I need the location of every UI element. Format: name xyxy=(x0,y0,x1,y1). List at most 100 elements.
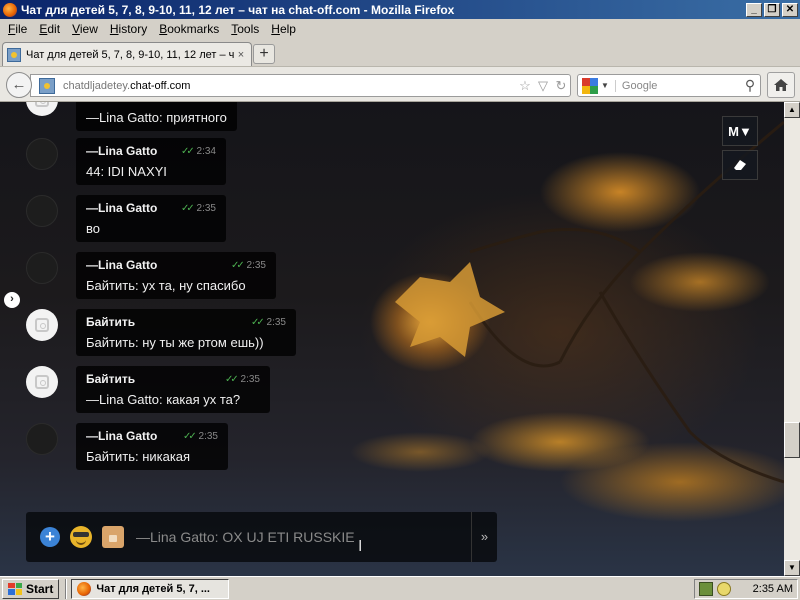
google-icon[interactable] xyxy=(582,77,598,94)
avatar[interactable] xyxy=(26,252,58,284)
tab-chat[interactable]: Чат для детей 5, 7, 8, 9-10, 11, 12 лет … xyxy=(2,42,252,66)
new-tab-button[interactable]: + xyxy=(253,44,275,64)
site-identity-icon[interactable] xyxy=(39,77,55,94)
menu-bookmarks[interactable]: Bookmarks xyxy=(153,22,225,36)
sender-name[interactable]: —Lina Gatto xyxy=(86,429,157,443)
start-button[interactable]: Start xyxy=(2,578,60,599)
sender-name[interactable]: —Lina Gatto xyxy=(86,258,157,272)
read-check-icon: ✓✓ xyxy=(230,259,245,271)
private-message-icon[interactable] xyxy=(102,526,124,548)
camera-icon xyxy=(35,102,49,107)
reload-icon[interactable]: ↻ xyxy=(552,78,570,94)
avatar[interactable] xyxy=(26,423,58,455)
network-icon[interactable] xyxy=(699,581,713,596)
search-input[interactable]: Google xyxy=(614,79,740,92)
tab-label: Чат для детей 5, 7, 8, 9-10, 11, 12 лет … xyxy=(26,48,234,61)
menu-tools[interactable]: Tools xyxy=(225,22,265,36)
avatar[interactable] xyxy=(26,138,58,170)
read-check-icon: ✓✓ xyxy=(250,316,265,328)
menu-bar: File Edit View History Bookmarks Tools H… xyxy=(0,19,800,39)
message-text: Байтить: ух та, ну спасибо xyxy=(86,278,246,293)
sidebar-toggle-icon[interactable]: › xyxy=(4,292,20,308)
sender-name[interactable]: —Lina Gatto xyxy=(86,144,157,158)
timestamp: ✓✓ 2:35 xyxy=(250,316,286,328)
chat-page: —Lina Gatto: приятного —Lina Gatto ✓✓ 2:3… xyxy=(0,102,784,576)
home-icon xyxy=(774,79,788,91)
timestamp: ✓✓ 2:34 xyxy=(180,145,216,157)
message-composer: + —Lina Gatto: OX UJ ETI RUSSKIE » xyxy=(26,512,497,562)
tab-bar: Чат для детей 5, 7, 8, 9-10, 11, 12 лет … xyxy=(0,39,800,66)
emoji-icon[interactable] xyxy=(70,526,92,548)
history-dropdown-icon[interactable]: ▽ xyxy=(534,78,552,94)
sender-name[interactable]: Байтить xyxy=(86,372,135,386)
timestamp: ✓✓ 2:35 xyxy=(230,259,266,271)
timestamp: ✓✓ 2:35 xyxy=(224,373,260,385)
timestamp: ✓✓ 2:35 xyxy=(180,202,216,214)
sender-name[interactable]: Байтить xyxy=(86,315,135,329)
taskbar-window-item[interactable]: Чат для детей 5, 7, ... xyxy=(71,578,230,599)
menu-file[interactable]: File xyxy=(2,22,33,36)
avatar[interactable] xyxy=(26,195,58,227)
message-bubble: —Lina Gatto: приятного xyxy=(76,102,237,131)
taskbar: Start Чат для детей 5, 7, ... 2:35 AM xyxy=(0,576,800,600)
clear-chat-button[interactable] xyxy=(722,150,758,180)
menu-edit[interactable]: Edit xyxy=(33,22,66,36)
window-title-bar[interactable]: Чат для детей 5, 7, 8, 9-10, 11, 12 лет … xyxy=(0,0,800,19)
url-bar[interactable]: chatdljadetey.chat-off.com ☆ ▽ ↻ xyxy=(30,74,571,97)
scroll-thumb[interactable] xyxy=(784,422,800,458)
navigation-bar: chatdljadetey.chat-off.com ☆ ▽ ↻ ← ▼ Goo… xyxy=(0,66,800,102)
message-text: 44: IDI NAXYI xyxy=(86,164,167,179)
timestamp: ✓✓ 2:35 xyxy=(182,430,218,442)
sender-name[interactable]: —Lina Gatto xyxy=(86,201,157,215)
url-prefix: chatdljadetey. xyxy=(63,79,131,92)
maximize-button[interactable]: ❐ xyxy=(764,2,780,17)
firefox-icon xyxy=(3,2,17,17)
message-text: Байтить: никакая xyxy=(86,449,191,464)
minimize-button[interactable]: _ xyxy=(746,2,762,17)
search-bar[interactable]: ▼ Google ⚲ xyxy=(577,74,761,97)
mode-dropdown-button[interactable]: M▼ xyxy=(722,116,758,146)
send-button[interactable]: » xyxy=(471,512,497,562)
back-button[interactable]: ← xyxy=(6,72,32,98)
page-scrollbar[interactable]: ▲ ▼ xyxy=(784,102,800,576)
menu-view[interactable]: View xyxy=(66,22,104,36)
chat-message: —Lina Gatto ✓✓ 2:35 Байтить: ух та, ну сп… xyxy=(26,252,276,299)
scroll-up-button[interactable]: ▲ xyxy=(784,102,800,118)
search-icon[interactable]: ⚲ xyxy=(740,77,760,94)
volume-icon[interactable] xyxy=(717,581,731,596)
clock[interactable]: 2:35 AM xyxy=(753,583,793,595)
system-tray: 2:35 AM xyxy=(694,578,798,599)
firefox-icon xyxy=(77,581,92,596)
avatar[interactable] xyxy=(26,309,58,341)
bookmark-star-icon[interactable]: ☆ xyxy=(516,78,534,94)
chat-message: —Lina Gatto ✓✓ 2:35 во xyxy=(26,195,226,242)
url-text[interactable]: chatdljadetey.chat-off.com xyxy=(63,80,516,92)
home-button[interactable] xyxy=(767,72,795,98)
chat-message: —Lina Gatto ✓✓ 2:35 Байтить: никакая xyxy=(26,423,228,470)
message-bubble: —Lina Gatto ✓✓ 2:35 во xyxy=(76,195,226,242)
text-cursor-icon: I xyxy=(358,538,363,555)
read-check-icon: ✓✓ xyxy=(180,145,195,157)
message-bubble: Байтить ✓✓ 2:35 Байтить: ну ты же ртом еш… xyxy=(76,309,296,356)
read-check-icon: ✓✓ xyxy=(224,373,239,385)
message-text: во xyxy=(86,221,100,236)
taskbar-item-label: Чат для детей 5, 7, ... xyxy=(96,582,210,595)
menu-help[interactable]: Help xyxy=(265,22,302,36)
window-title: Чат для детей 5, 7, 8, 9-10, 11, 12 лет … xyxy=(21,2,455,17)
message-bubble: —Lina Gatto ✓✓ 2:35 Байтить: никакая xyxy=(76,423,228,470)
taskbar-separator xyxy=(65,578,68,599)
chat-message: —Lina Gatto ✓✓ 2:34 44: IDI NAXYI xyxy=(26,138,226,185)
message-bubble: —Lina Gatto ✓✓ 2:34 44: IDI NAXYI xyxy=(76,138,226,185)
avatar[interactable] xyxy=(26,102,58,116)
search-engine-dropdown-icon[interactable]: ▼ xyxy=(601,81,609,90)
read-check-icon: ✓✓ xyxy=(180,202,195,214)
close-button[interactable]: ✕ xyxy=(782,2,798,17)
tab-close-icon[interactable]: × xyxy=(234,49,248,61)
avatar[interactable] xyxy=(26,366,58,398)
chat-message: Байтить ✓✓ 2:35 Байтить: ну ты же ртом еш… xyxy=(26,309,296,356)
scroll-down-button[interactable]: ▼ xyxy=(784,560,800,576)
add-attachment-button[interactable]: + xyxy=(40,527,60,547)
message-input[interactable]: —Lina Gatto: OX UJ ETI RUSSKIE xyxy=(136,529,471,545)
message-bubble: —Lina Gatto ✓✓ 2:35 Байтить: ух та, ну сп… xyxy=(76,252,276,299)
menu-history[interactable]: History xyxy=(104,22,153,36)
